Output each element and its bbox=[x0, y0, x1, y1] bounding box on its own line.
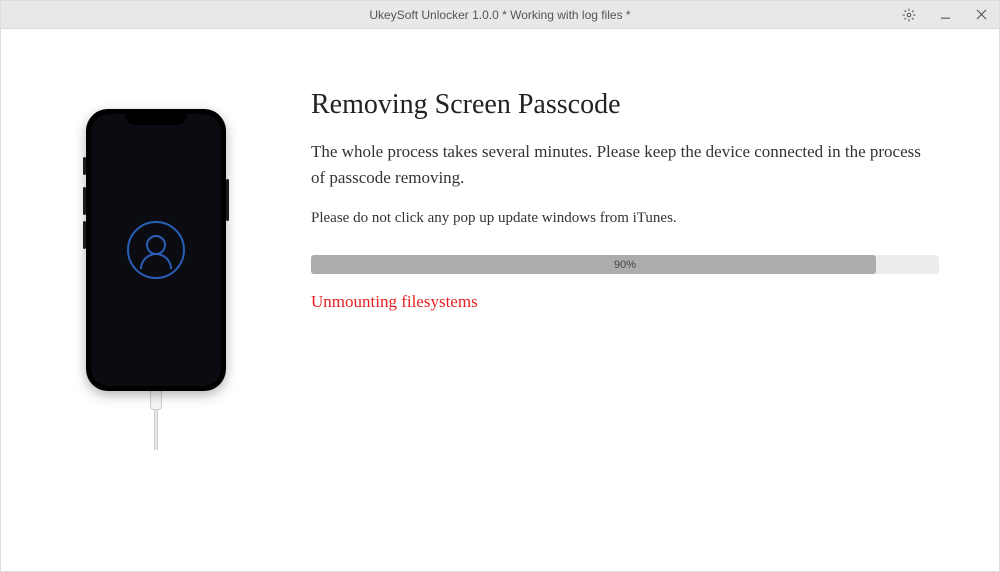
phone-frame bbox=[86, 109, 226, 391]
window-title: UkeySoft Unlocker 1.0.0 * Working with l… bbox=[369, 8, 630, 22]
progress-percent: 90% bbox=[614, 259, 636, 271]
content-area: Removing Screen Passcode The whole proce… bbox=[1, 29, 999, 571]
phone-side-button bbox=[83, 221, 86, 249]
window-controls bbox=[891, 1, 999, 28]
titlebar: UkeySoft Unlocker 1.0.0 * Working with l… bbox=[1, 1, 999, 29]
phone-side-button bbox=[226, 179, 229, 221]
close-icon bbox=[976, 9, 987, 20]
minimize-icon bbox=[940, 9, 951, 20]
warning-text: Please do not click any pop up update wi… bbox=[311, 210, 939, 227]
page-heading: Removing Screen Passcode bbox=[311, 89, 939, 121]
close-button[interactable] bbox=[963, 1, 999, 28]
app-window: UkeySoft Unlocker 1.0.0 * Working with l… bbox=[0, 0, 1000, 572]
gear-icon bbox=[902, 8, 916, 22]
main-panel: Removing Screen Passcode The whole proce… bbox=[311, 89, 959, 531]
phone-side-button bbox=[83, 187, 86, 215]
cable-wire bbox=[154, 410, 158, 450]
cable-connector bbox=[150, 390, 162, 410]
phone-screen bbox=[91, 114, 221, 386]
phone-notch bbox=[125, 109, 187, 125]
user-avatar-icon bbox=[127, 221, 185, 279]
status-text: Unmounting filesystems bbox=[311, 292, 939, 312]
page-subtitle: The whole process takes several minutes.… bbox=[311, 139, 939, 190]
settings-button[interactable] bbox=[891, 1, 927, 28]
device-illustration bbox=[41, 89, 271, 531]
minimize-button[interactable] bbox=[927, 1, 963, 28]
progress-bar: 90% bbox=[311, 255, 939, 274]
progress-fill bbox=[311, 255, 876, 274]
phone-side-button bbox=[83, 157, 86, 175]
phone-cable bbox=[149, 391, 163, 451]
